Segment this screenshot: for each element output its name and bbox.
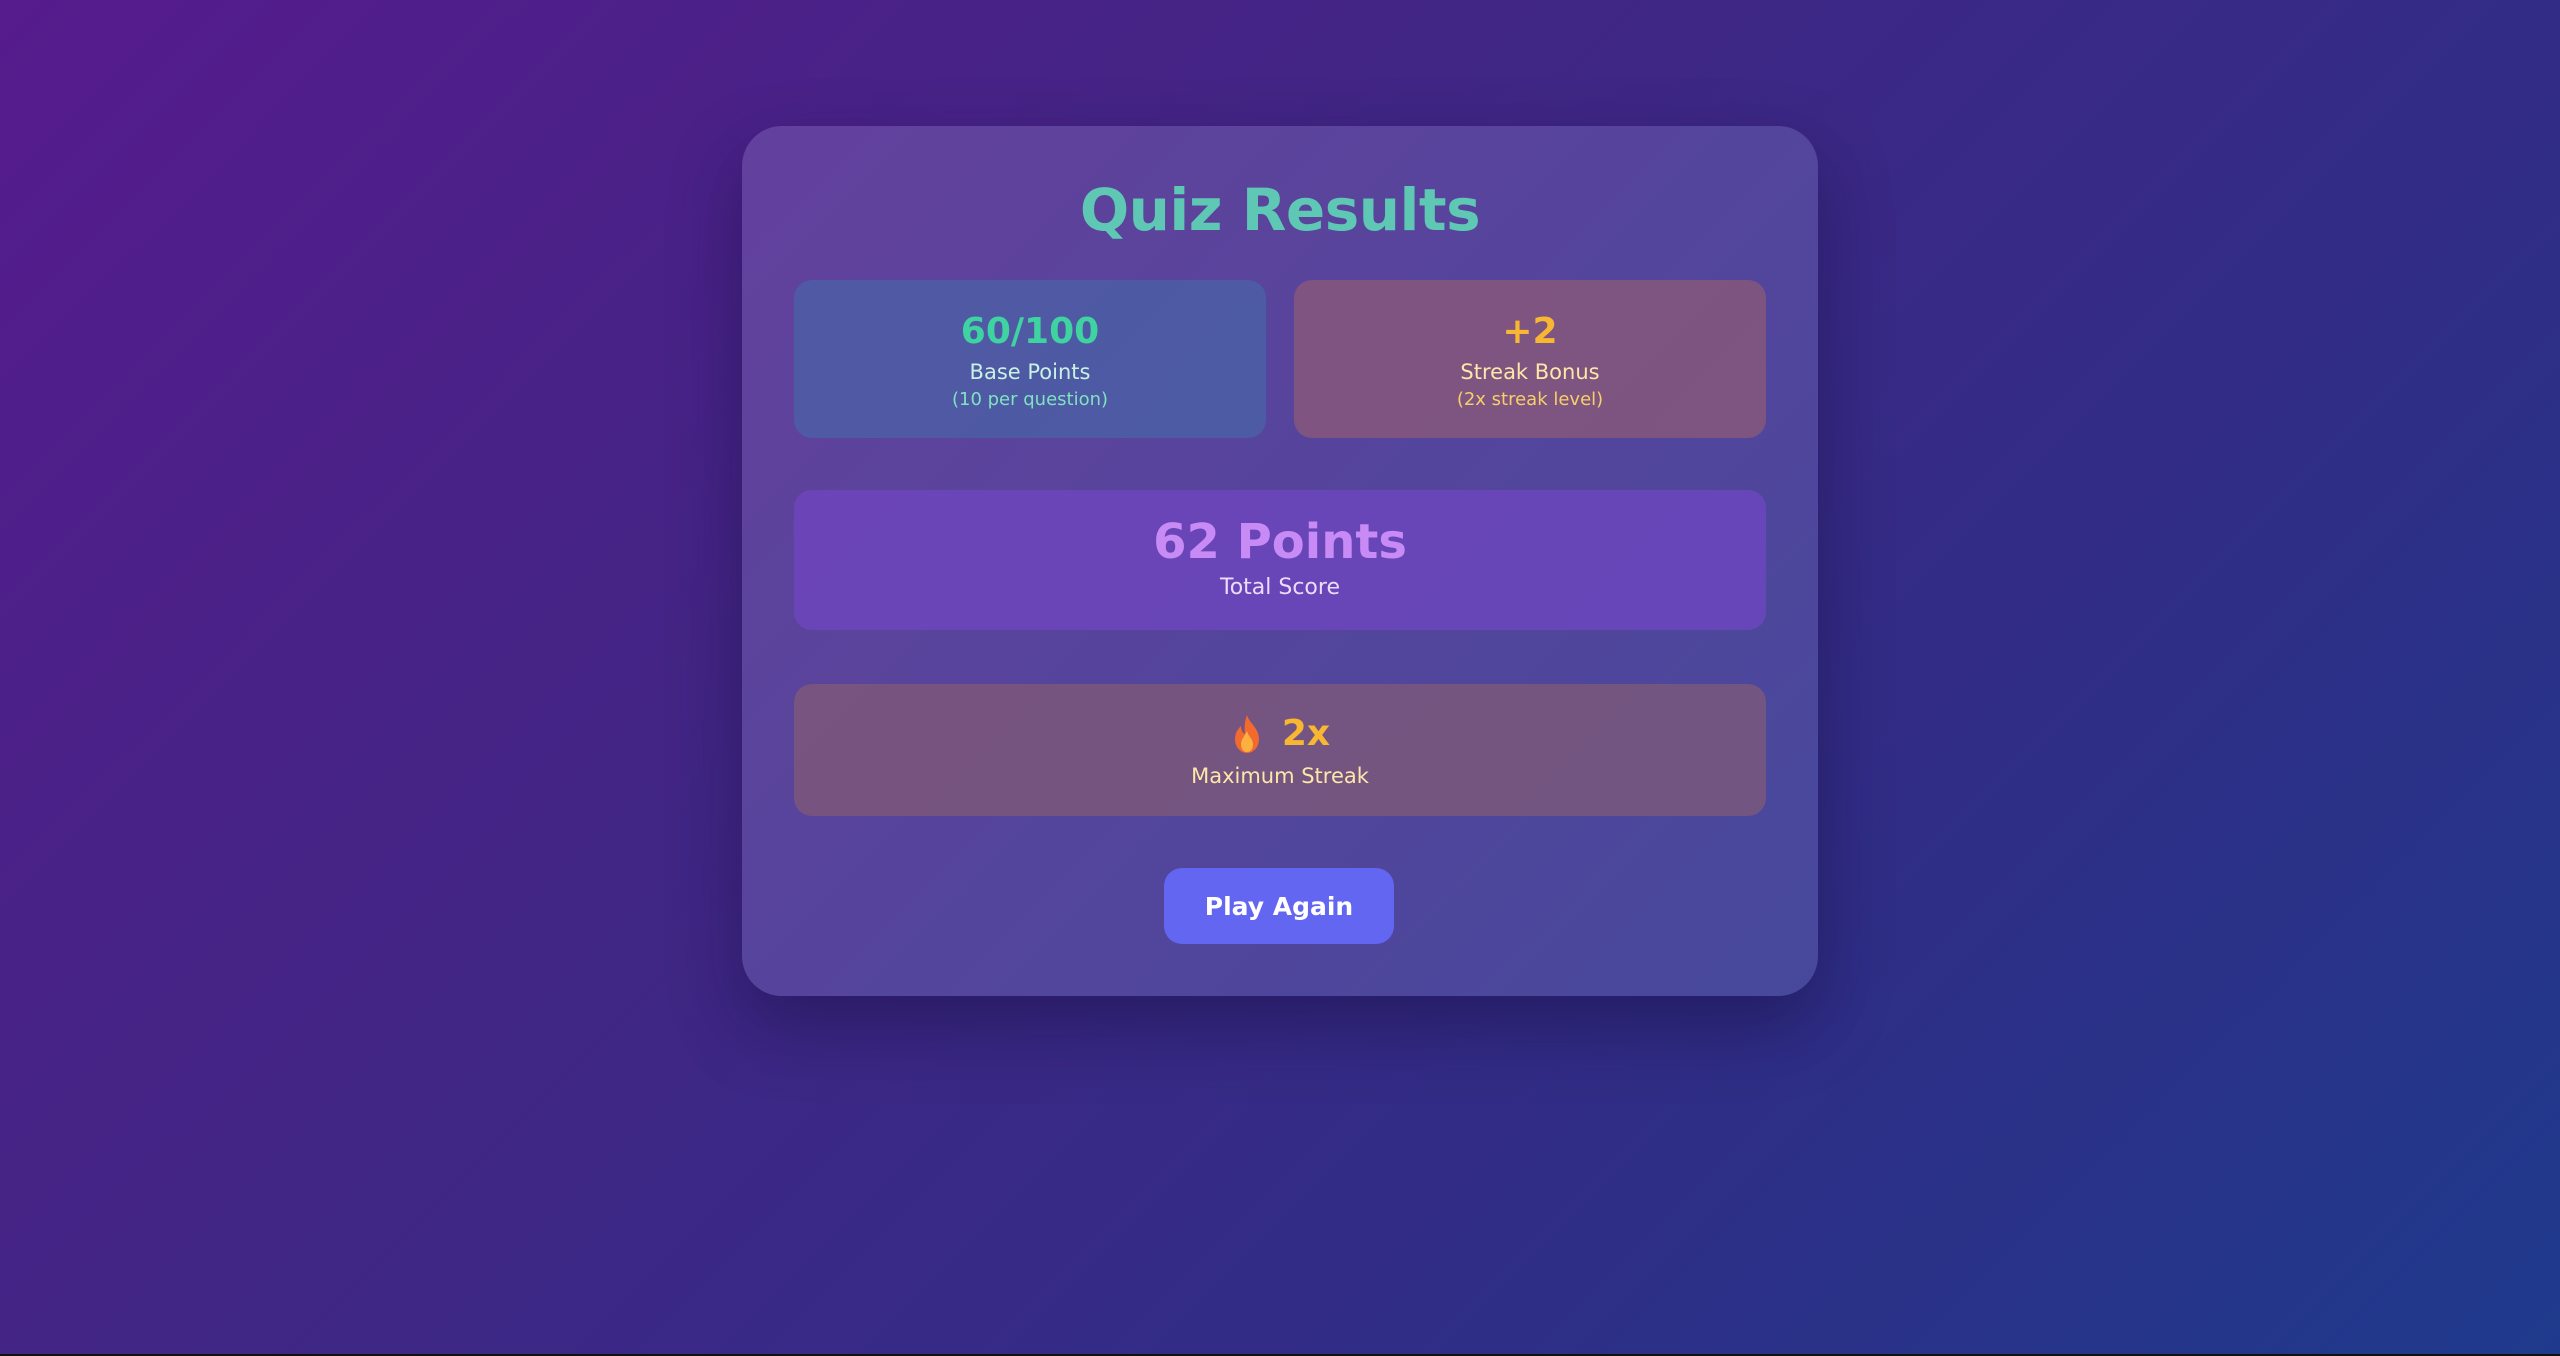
max-streak-label: Maximum Streak bbox=[1191, 764, 1369, 788]
page-title: Quiz Results bbox=[1079, 176, 1481, 244]
fire-icon bbox=[1230, 714, 1264, 754]
streak-bonus-note: (2x streak level) bbox=[1456, 388, 1604, 410]
total-score-card: 62 Points Total Score bbox=[794, 490, 1766, 630]
base-points-label: Base Points bbox=[969, 359, 1091, 384]
streak-bonus-card: +2 Streak Bonus (2x streak level) bbox=[1294, 280, 1766, 438]
quiz-results-card: Quiz Results 60/100 Base Points (10 per … bbox=[742, 126, 1818, 996]
play-again-button[interactable]: Play Again bbox=[1164, 868, 1394, 944]
base-points-note: (10 per question) bbox=[951, 388, 1109, 410]
max-streak-card: 2x Maximum Streak bbox=[794, 684, 1766, 816]
base-points-card: 60/100 Base Points (10 per question) bbox=[794, 280, 1266, 438]
streak-bonus-label: Streak Bonus bbox=[1460, 359, 1600, 384]
max-streak-row: 2x bbox=[794, 714, 1766, 754]
base-points-value: 60/100 bbox=[960, 311, 1100, 352]
total-score-label: Total Score bbox=[1220, 574, 1340, 600]
streak-bonus-value: +2 bbox=[1502, 311, 1558, 352]
total-score-value: 62 Points bbox=[1153, 514, 1407, 570]
max-streak-value: 2x bbox=[1281, 713, 1331, 754]
